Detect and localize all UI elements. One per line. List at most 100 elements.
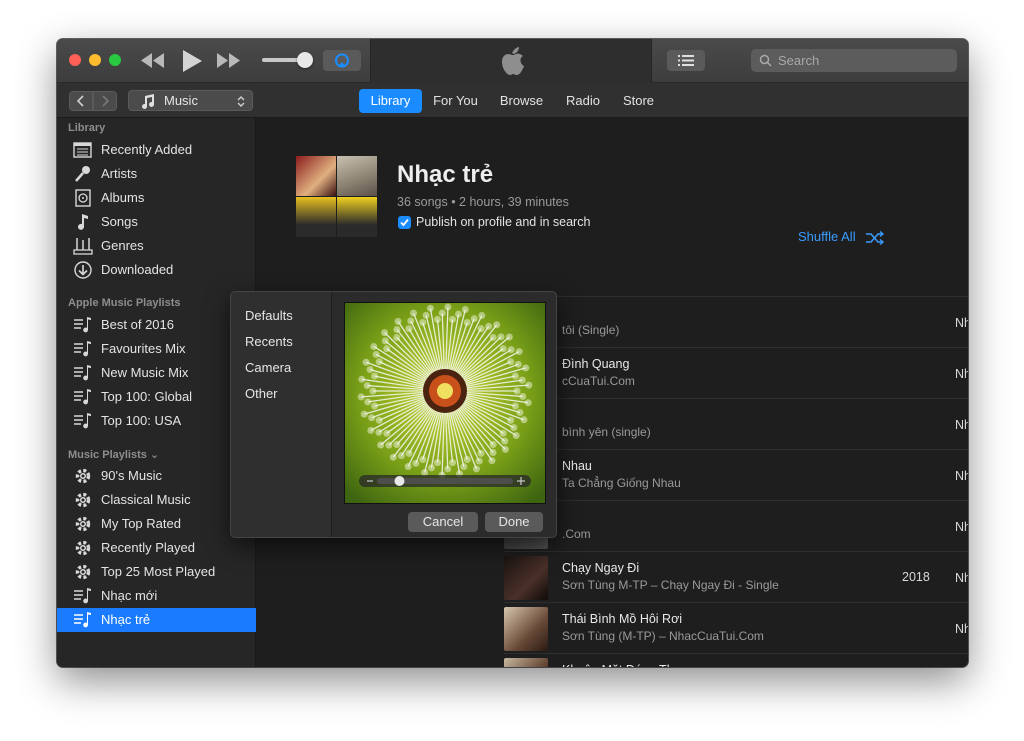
up-next-button[interactable] bbox=[667, 50, 705, 71]
publish-label: Publish on profile and in search bbox=[416, 215, 591, 229]
sidebar-item-label: Favourites Mix bbox=[101, 341, 186, 356]
minimize-window-button[interactable] bbox=[89, 54, 101, 66]
publish-checkbox[interactable] bbox=[398, 216, 411, 229]
album-icon bbox=[75, 189, 91, 207]
volume-slider-knob[interactable] bbox=[297, 52, 313, 68]
dandelion-image bbox=[345, 303, 545, 503]
music-note-icon bbox=[78, 214, 88, 230]
sidebar-item-label: Top 100: Global bbox=[101, 389, 193, 404]
sidebar-item-top-100-usa[interactable]: Top 100: USA bbox=[57, 409, 256, 433]
track-row[interactable]: Khuôn Mặt Đáng ThươngSơn Tùng (M-TP) – N… bbox=[504, 653, 968, 667]
shuffle-all-button[interactable]: Shuffle All bbox=[798, 228, 888, 248]
done-button[interactable]: Done bbox=[485, 512, 543, 532]
sidebar: Library Recently Added Artists Albums So… bbox=[57, 118, 256, 667]
tab-library[interactable]: Library bbox=[359, 89, 422, 113]
sidebar-item-top-25-most-played[interactable]: Top 25 Most Played bbox=[57, 560, 256, 584]
fast-forward-icon[interactable] bbox=[217, 53, 241, 68]
artwork-picker-popover: Defaults Recents Camera Other Cancel Don… bbox=[230, 291, 557, 538]
sidebar-item-top-100-global[interactable]: Top 100: Global bbox=[57, 385, 256, 409]
track-title: Khuôn Mặt Đáng Thương bbox=[562, 663, 704, 667]
chevron-updown-icon bbox=[237, 96, 245, 107]
sidebar-item-albums[interactable]: Albums bbox=[57, 186, 256, 210]
playlist-icon bbox=[74, 612, 91, 628]
search-placeholder: Search bbox=[778, 53, 820, 68]
media-kind-selector[interactable]: Music bbox=[128, 90, 253, 111]
track-genre: Nhạc Trẻ bbox=[955, 469, 968, 483]
track-genre: Nhạc Trẻ bbox=[955, 571, 968, 585]
source-recents[interactable]: Recents bbox=[245, 334, 293, 349]
playlist-title[interactable]: Nhạc trẻ bbox=[397, 161, 493, 189]
sidebar-item-best-of-2016[interactable]: Best of 2016 bbox=[57, 313, 256, 337]
sidebar-item-classical-music[interactable]: Classical Music bbox=[57, 488, 256, 512]
playlist-icon bbox=[74, 389, 91, 405]
smart-playlist-icon bbox=[75, 468, 91, 484]
sidebar-item-label: Recently Played bbox=[101, 540, 195, 555]
track-row[interactable]: .ComNhạc Trẻ3:54 bbox=[504, 500, 968, 551]
sidebar-item-genres[interactable]: Genres bbox=[57, 234, 256, 258]
track-row[interactable]: tôi (Single)Nhạc Trẻ5:16 bbox=[504, 296, 968, 347]
track-artwork bbox=[504, 658, 548, 667]
tab-radio[interactable]: Radio bbox=[559, 89, 607, 113]
track-title: Chạy Ngay Đi bbox=[562, 561, 640, 575]
track-row[interactable]: Chạy Ngay Đi Sơn Tùng M-TP – Chạy Ngay Đi… bbox=[504, 551, 968, 602]
track-title: Đình Quang bbox=[562, 357, 630, 371]
search-field[interactable]: Search bbox=[751, 49, 957, 72]
airplay-button[interactable] bbox=[323, 50, 361, 71]
artwork-tile bbox=[337, 156, 377, 196]
microphone-icon bbox=[75, 166, 90, 182]
sidebar-item-label: Recently Added bbox=[101, 142, 193, 157]
smart-playlist-icon bbox=[75, 540, 91, 556]
zoom-window-button[interactable] bbox=[109, 54, 121, 66]
forward-button[interactable] bbox=[93, 91, 117, 111]
sidebar-item-my-top-rated[interactable]: My Top Rated bbox=[57, 512, 256, 536]
sidebar-heading-music-playlists[interactable]: Music Playlists ⌄ bbox=[68, 448, 159, 461]
sidebar-item-artists[interactable]: Artists bbox=[57, 162, 256, 186]
track-row[interactable]: bình yên (single)Nhạc Trẻ3:54 bbox=[504, 398, 968, 449]
tab-store[interactable]: Store bbox=[616, 89, 661, 113]
search-icon bbox=[759, 54, 772, 67]
artwork-source-list: Defaults Recents Camera Other bbox=[231, 292, 332, 537]
track-artist-album: tôi (Single) bbox=[562, 323, 620, 337]
close-window-button[interactable] bbox=[69, 54, 81, 66]
sidebar-item-recently-added[interactable]: Recently Added bbox=[57, 138, 256, 162]
sidebar-item-90s-music[interactable]: 90's Music bbox=[57, 464, 256, 488]
playlist-icon bbox=[74, 317, 91, 333]
sidebar-heading-apple-music-playlists: Apple Music Playlists bbox=[68, 297, 181, 309]
track-title: Nhau bbox=[562, 459, 592, 473]
sidebar-item-nhac-tre[interactable]: Nhạc trẻ bbox=[57, 608, 256, 632]
sidebar-item-favourites-mix[interactable]: Favourites Mix bbox=[57, 337, 256, 361]
sidebar-item-new-music-mix[interactable]: New Music Mix bbox=[57, 361, 256, 385]
smart-playlist-icon bbox=[75, 492, 91, 508]
track-row[interactable]: Đình QuangcCuaTui.ComNhạc Trẻ6:01 bbox=[504, 347, 968, 398]
rewind-icon[interactable] bbox=[141, 53, 165, 68]
source-camera[interactable]: Camera bbox=[245, 360, 291, 375]
track-artist-album: .Com bbox=[562, 527, 591, 541]
sidebar-item-label: Albums bbox=[101, 190, 145, 205]
playlist-artwork[interactable] bbox=[296, 156, 377, 237]
sidebar-item-label: New Music Mix bbox=[101, 365, 189, 380]
artwork-image-preview[interactable] bbox=[344, 302, 546, 504]
play-icon[interactable] bbox=[181, 49, 203, 73]
sidebar-item-downloaded[interactable]: Downloaded bbox=[57, 258, 256, 282]
track-row[interactable]: Thái Bình Mồ Hôi Rơi Sơn Tùng (M-TP) – Nh… bbox=[504, 602, 968, 653]
artwork-tile bbox=[337, 197, 377, 237]
chevron-left-icon bbox=[76, 95, 84, 107]
recently-added-icon bbox=[73, 142, 92, 158]
track-row[interactable]: NhauTa Chẳng Giống NhauNhạc Trẻ4:29 bbox=[504, 449, 968, 500]
sidebar-item-songs[interactable]: Songs bbox=[57, 210, 256, 234]
track-artwork bbox=[504, 556, 548, 600]
cancel-button[interactable]: Cancel bbox=[408, 512, 478, 532]
sidebar-item-recently-played[interactable]: Recently Played bbox=[57, 536, 256, 560]
playlist-icon bbox=[74, 365, 91, 381]
back-button[interactable] bbox=[69, 91, 93, 111]
tab-for-you[interactable]: For You bbox=[426, 89, 485, 113]
track-artist-album: bình yên (single) bbox=[562, 425, 651, 439]
source-defaults[interactable]: Defaults bbox=[245, 308, 293, 323]
shuffle-icon bbox=[866, 231, 885, 245]
sidebar-item-label: Best of 2016 bbox=[101, 317, 174, 332]
smart-playlist-icon bbox=[75, 564, 91, 580]
source-other[interactable]: Other bbox=[245, 386, 278, 401]
tab-browse[interactable]: Browse bbox=[494, 89, 549, 113]
sidebar-item-nhac-moi[interactable]: Nhạc mới bbox=[57, 584, 256, 608]
media-kind-label: Music bbox=[164, 93, 198, 108]
